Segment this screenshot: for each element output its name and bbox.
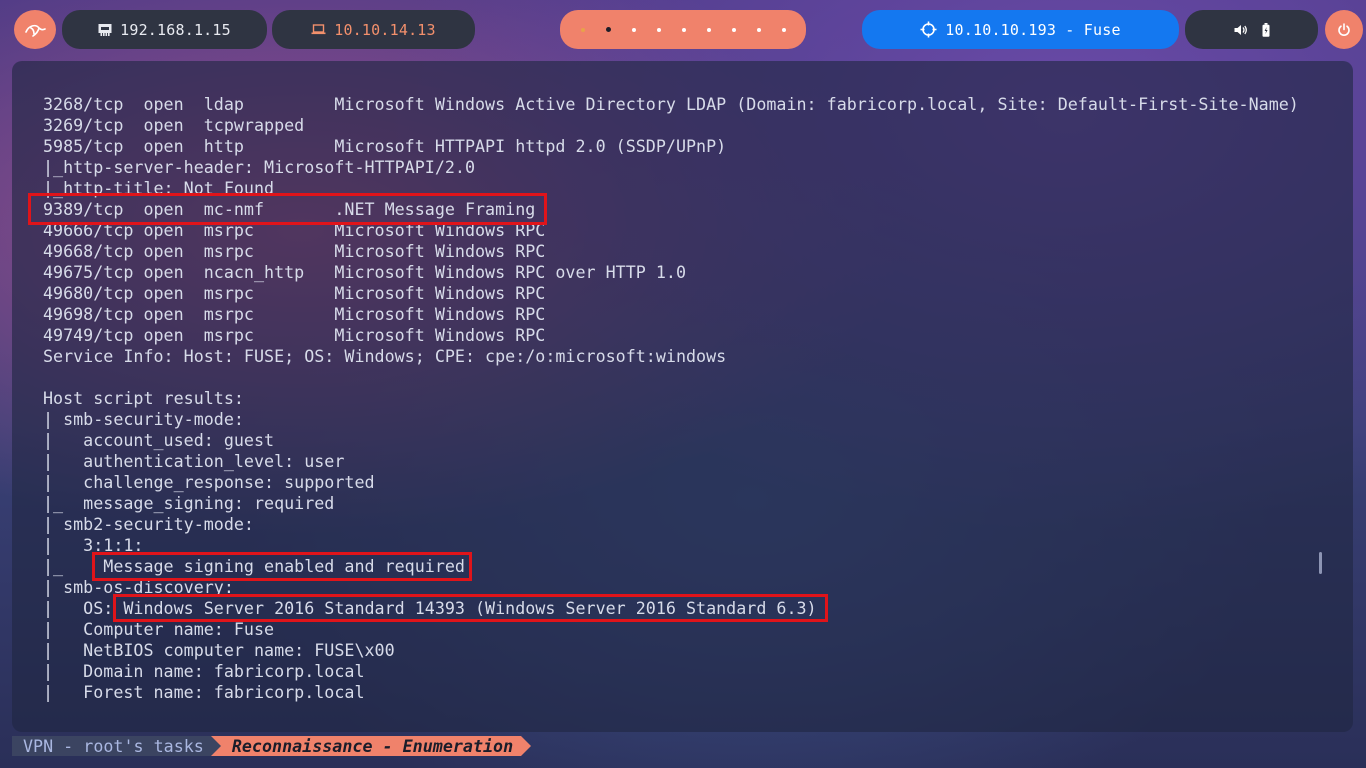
terminal-line: | Domain name: fabricorp.local [43, 661, 365, 681]
terminal-scrollbar[interactable] [1319, 552, 1322, 574]
kali-logo-button[interactable] [14, 10, 56, 49]
workspace-dot[interactable] [631, 27, 636, 32]
workspace-dot[interactable] [681, 27, 686, 32]
power-icon [1337, 22, 1351, 37]
workspace-dot[interactable] [706, 27, 711, 32]
crosshair-icon [920, 21, 937, 38]
workspace-switcher[interactable] [560, 10, 806, 49]
tmux-status-bar: VPN - root's tasks Reconnaissance - Enum… [12, 736, 532, 756]
tmux-session-label[interactable]: VPN - root's tasks [12, 736, 221, 756]
terminal-line: Host script results: [43, 388, 244, 408]
workspace-dot[interactable] [731, 27, 736, 32]
terminal-line: 3268/tcp open ldap Microsoft Windows Act… [43, 94, 1299, 114]
workspace-dot[interactable] [781, 27, 786, 32]
terminal-line: Service Info: Host: FUSE; OS: Windows; C… [43, 346, 727, 366]
local-ip-widget[interactable]: 192.168.1.15 [62, 10, 267, 49]
system-tray [1185, 10, 1318, 49]
tmux-window-tab[interactable]: Reconnaissance - Enumeration [210, 736, 532, 756]
target-widget[interactable]: 10.10.10.193 - Fuse [862, 10, 1179, 49]
vpn-ip-label: 10.10.14.13 [334, 20, 436, 39]
terminal-line: 49749/tcp open msrpc Microsoft Windows R… [43, 325, 546, 345]
terminal-line: | smb-security-mode: [43, 409, 244, 429]
network-card-icon [98, 23, 112, 36]
highlight-box-message-signing [92, 552, 472, 581]
terminal-line: 3269/tcp open tcpwrapped [43, 115, 305, 135]
terminal-line: 5985/tcp open http Microsoft HTTPAPI htt… [43, 136, 727, 156]
highlight-box-os-version [113, 594, 828, 622]
laptop-icon [311, 24, 326, 35]
terminal-line: | NetBIOS computer name: FUSE\x00 [43, 640, 395, 660]
terminal-line: 49680/tcp open msrpc Microsoft Windows R… [43, 283, 546, 303]
terminal-line: 49698/tcp open msrpc Microsoft Windows R… [43, 304, 546, 324]
terminal-line: | Forest name: fabricorp.local [43, 682, 365, 702]
power-button[interactable] [1325, 10, 1363, 49]
workspace-dot[interactable] [580, 27, 585, 32]
terminal-line: | Computer name: Fuse [43, 619, 275, 639]
terminal-line: |_ message_signing: required [43, 493, 335, 513]
highlight-box-mc-nmf [28, 193, 547, 225]
battery-icon[interactable] [1262, 22, 1270, 37]
terminal-line: | smb2-security-mode: [43, 514, 254, 534]
terminal-line: 49668/tcp open msrpc Microsoft Windows R… [43, 241, 546, 261]
workspace-dot-active[interactable] [605, 27, 611, 32]
vpn-ip-widget[interactable]: 10.10.14.13 [272, 10, 475, 49]
volume-icon[interactable] [1234, 24, 1248, 36]
terminal-line: | authentication_level: user [43, 451, 345, 471]
workspace-dot[interactable] [756, 27, 761, 32]
terminal-line: 49675/tcp open ncacn_http Microsoft Wind… [43, 262, 686, 282]
kali-dragon-icon [24, 22, 46, 38]
terminal-line: |_http-server-header: Microsoft-HTTPAPI/… [43, 157, 476, 177]
local-ip-label: 192.168.1.15 [120, 20, 231, 39]
terminal-line: | challenge_response: supported [43, 472, 375, 492]
workspace-dot[interactable] [656, 27, 661, 32]
terminal-line: | account_used: guest [43, 430, 275, 450]
target-label: 10.10.10.193 - Fuse [945, 20, 1121, 39]
